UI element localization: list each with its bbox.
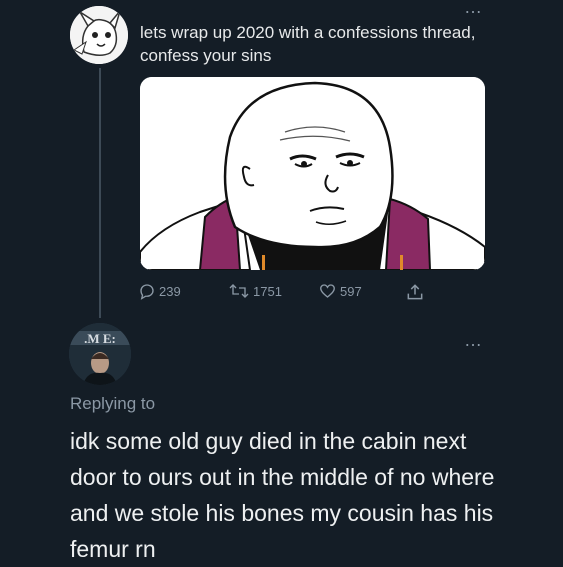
tweet-actions: 239 1751 597 — [0, 282, 563, 306]
comment-icon — [140, 284, 154, 300]
like-action[interactable]: 597 — [318, 282, 362, 300]
share-icon — [407, 284, 423, 300]
replying-to-label: Replying to — [70, 394, 156, 413]
tweet-media[interactable] — [140, 77, 485, 270]
retweet-count: 1751 — [253, 283, 282, 299]
reply-count: 239 — [159, 283, 181, 299]
reply-action[interactable]: 239 — [138, 282, 181, 300]
like-count: 597 — [340, 283, 362, 299]
thread-line — [99, 68, 101, 318]
more-icon[interactable]: … — [464, 331, 483, 349]
wojak-image — [140, 77, 485, 270]
retweet-action[interactable]: 1751 — [228, 282, 282, 300]
avatar-image: .M E: — [69, 323, 131, 385]
share-action[interactable] — [405, 282, 425, 302]
logo-text: .M E: — [84, 331, 116, 346]
heart-icon — [320, 284, 335, 298]
more-icon[interactable]: … — [464, 0, 483, 16]
reply-text: idk some old guy died in the cabin next … — [70, 428, 495, 562]
avatar-image — [70, 6, 128, 64]
reply-avatar[interactable]: .M E: — [69, 323, 131, 385]
avatar[interactable] — [70, 6, 128, 64]
retweet-icon — [229, 284, 249, 298]
tweet-text: lets wrap up 2020 with a confessions thr… — [140, 23, 476, 65]
